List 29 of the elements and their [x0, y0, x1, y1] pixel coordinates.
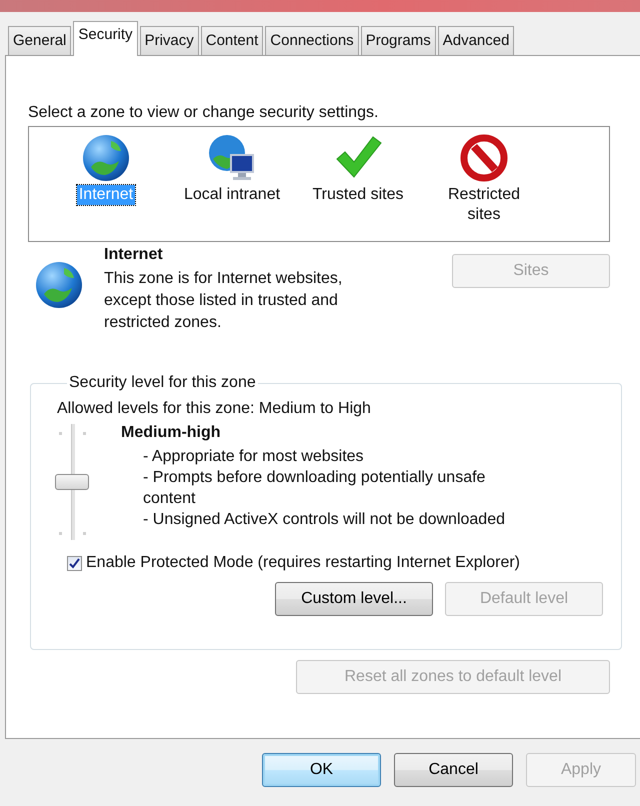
zone-title: Internet	[104, 246, 164, 264]
tab[interactable]: General	[8, 26, 72, 55]
slider-thumb[interactable]	[55, 474, 89, 490]
no-entry-icon[interactable]	[459, 133, 509, 183]
tab[interactable]: Connections	[265, 26, 359, 55]
level-description-line: - Appropriate for most websites	[142, 447, 365, 467]
custom-level-button[interactable]: Custom level...	[275, 582, 433, 616]
zone-description: This zone is for Internet websites, except those listed in trusted and restricted zones.	[104, 269, 344, 333]
level-description-line: - Unsigned ActiveX controls will not be downloaded	[142, 510, 506, 530]
allowed-levels-text: Allowed levels for this zone: Medium to High	[57, 400, 372, 418]
tab[interactable]: Content	[200, 26, 264, 55]
zone-label[interactable]: Restricted sites	[432, 185, 536, 225]
tab[interactable]: Programs	[360, 26, 436, 55]
zone-label[interactable]: Local intranet	[182, 185, 282, 205]
cancel-button[interactable]: Cancel	[394, 753, 513, 787]
tab[interactable]: Advanced	[438, 26, 514, 55]
globe-icon	[34, 260, 84, 310]
zone-prompt: Select a zone to view or change security settings.	[28, 104, 380, 122]
level-description-line: - Prompts before downloading potentially unsafe content	[142, 468, 486, 509]
globe-icon[interactable]	[81, 133, 131, 183]
ok-button[interactable]: OK	[262, 753, 381, 787]
tab[interactable]: Security	[73, 21, 138, 56]
group-legend: Security level for this zone	[67, 374, 258, 392]
zone-label[interactable]: Trusted sites	[310, 185, 406, 205]
checkbox-label: Enable Protected Mode (requires restarting Internet Explorer)	[86, 554, 520, 572]
globe-computer-icon[interactable]	[207, 133, 257, 183]
checkbox[interactable]	[67, 556, 82, 570]
tab[interactable]: Privacy	[140, 26, 199, 55]
level-name: Medium-high	[121, 424, 222, 442]
